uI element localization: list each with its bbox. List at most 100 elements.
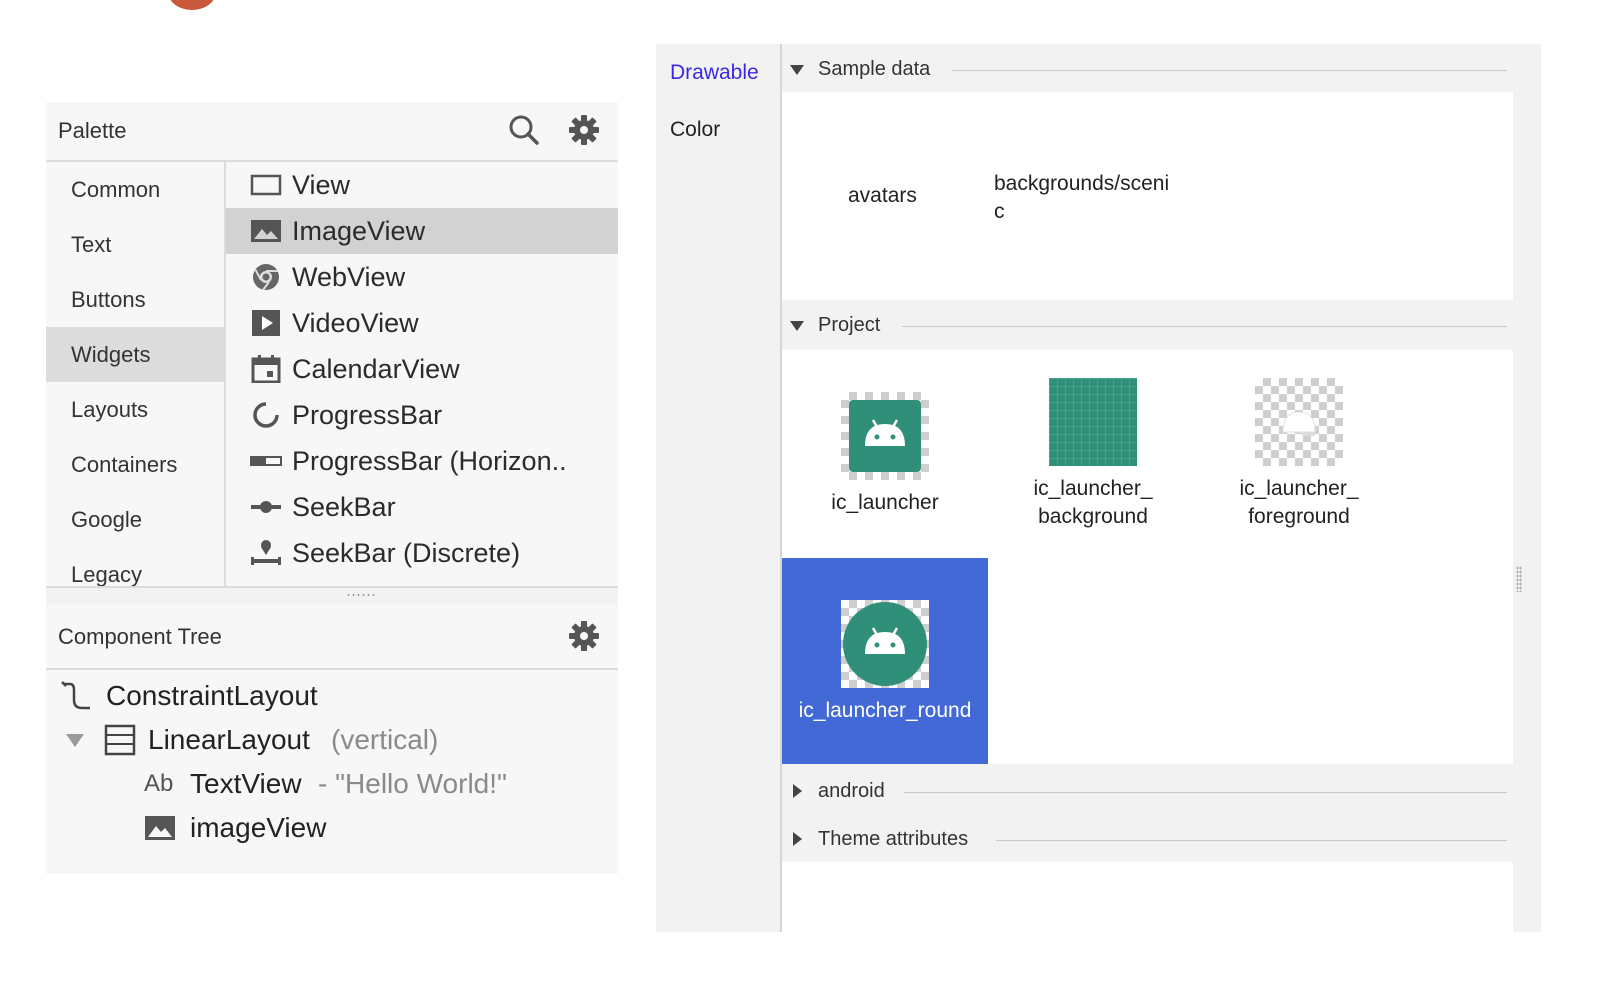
collapse-arrow-icon bbox=[790, 65, 804, 75]
tree-node-hint: - "Hello World!" bbox=[318, 768, 507, 799]
widget-calendarview[interactable]: CalendarView bbox=[226, 346, 618, 392]
drawable-label-line2: foreground bbox=[1248, 505, 1350, 528]
sample-item-avatars[interactable]: avatars bbox=[848, 184, 917, 208]
widget-label: VideoView bbox=[292, 308, 419, 338]
widget-label: SeekBar (Discrete) bbox=[292, 538, 521, 568]
drawable-label: ic_launcher bbox=[831, 491, 939, 514]
section-divider bbox=[996, 840, 1507, 841]
widget-label: ProgressBar (Horizon.. bbox=[292, 446, 567, 476]
resource-list-empty-area bbox=[782, 862, 1513, 932]
palette-title: Palette bbox=[58, 118, 127, 143]
image-icon bbox=[145, 816, 175, 840]
component-tree-panel: Component Tree ConstraintLayout LinearLa… bbox=[46, 604, 618, 874]
tree-node-label: imageView bbox=[190, 812, 327, 843]
widget-label: View bbox=[292, 170, 351, 200]
section-header-sample-data[interactable]: Sample data bbox=[782, 46, 1513, 94]
section-header-android[interactable]: android bbox=[782, 768, 1513, 816]
category-widgets[interactable]: Widgets bbox=[46, 327, 224, 382]
expand-arrow-icon bbox=[793, 784, 802, 798]
tab-drawable[interactable]: Drawable bbox=[670, 61, 759, 85]
linearlayout-icon bbox=[104, 724, 136, 756]
component-tree-header: Component Tree bbox=[46, 604, 618, 670]
project-drawable-grid: ic_launcher ic_launcher_ background ic_l… bbox=[782, 350, 1513, 764]
section-header-theme-attributes[interactable]: Theme attributes bbox=[782, 816, 1513, 864]
widget-label: CalendarView bbox=[292, 354, 460, 384]
widget-label: WebView bbox=[292, 262, 406, 292]
section-title: Project bbox=[818, 314, 881, 336]
widget-label: ProgressBar bbox=[292, 400, 443, 430]
expand-arrow-icon bbox=[793, 832, 802, 846]
category-layouts[interactable]: Layouts bbox=[46, 382, 224, 437]
search-icon[interactable] bbox=[506, 112, 542, 148]
scrollbar-grip-icon[interactable] bbox=[1516, 566, 1522, 592]
tree-node-hint: (vertical) bbox=[331, 724, 439, 755]
tab-color[interactable]: Color bbox=[670, 118, 720, 142]
calendar-icon bbox=[251, 355, 281, 383]
palette-categories: Common Text Buttons Widgets Layouts Cont… bbox=[46, 162, 226, 586]
palette-widget-list: View ImageView WebView VideoView Calenda… bbox=[226, 162, 618, 586]
category-legacy[interactable]: Legacy bbox=[46, 547, 224, 586]
component-tree-title: Component Tree bbox=[58, 624, 222, 649]
resource-picker-panel: Drawable Color Sample data avatars backg… bbox=[656, 44, 1541, 932]
widget-progressbar-horizontal[interactable]: ProgressBar (Horizon.. bbox=[226, 438, 618, 484]
sample-item-backgrounds[interactable]: backgrounds/sceni c bbox=[994, 170, 1169, 226]
widget-label: SeekBar bbox=[292, 492, 396, 522]
image-icon bbox=[251, 220, 281, 242]
section-divider bbox=[952, 70, 1507, 71]
panel-splitter[interactable] bbox=[46, 586, 618, 606]
widget-seekbar[interactable]: SeekBar bbox=[226, 484, 618, 530]
drawable-ic-launcher-background[interactable]: ic_launcher_ background bbox=[990, 350, 1196, 556]
sample-item-label-line2: c bbox=[994, 200, 1005, 223]
category-common[interactable]: Common bbox=[46, 162, 224, 217]
category-buttons[interactable]: Buttons bbox=[46, 272, 224, 327]
progress-circle-icon bbox=[253, 402, 279, 428]
tree-node-label: ConstraintLayout bbox=[106, 680, 318, 711]
widget-imageview[interactable]: ImageView bbox=[226, 208, 618, 254]
constraint-icon bbox=[61, 681, 90, 710]
drawable-ic-launcher-foreground[interactable]: ic_launcher_ foreground bbox=[1196, 350, 1402, 556]
section-title: Sample data bbox=[818, 58, 931, 80]
palette-panel: Palette Common Text Buttons Widgets Layo… bbox=[46, 102, 618, 606]
seekbar-discrete-icon bbox=[251, 540, 281, 565]
widget-label: ImageView bbox=[292, 216, 426, 246]
seekbar-icon bbox=[251, 501, 281, 513]
ic-launcher-round-thumbnail bbox=[841, 600, 929, 688]
tree-node-label: TextView bbox=[190, 768, 302, 799]
drawable-label-line2: background bbox=[1038, 505, 1148, 528]
drawable-ic-launcher-round[interactable]: ic_launcher_round bbox=[782, 558, 988, 764]
app-logo-fragment bbox=[168, 0, 216, 10]
progress-horizontal-icon bbox=[250, 456, 282, 466]
webview-icon bbox=[253, 264, 279, 291]
section-header-project[interactable]: Project bbox=[782, 302, 1513, 350]
widget-webview[interactable]: WebView bbox=[226, 254, 618, 300]
tree-node-label: LinearLayout bbox=[148, 724, 310, 755]
category-text[interactable]: Text bbox=[46, 217, 224, 272]
widget-progressbar[interactable]: ProgressBar bbox=[226, 392, 618, 438]
splitter-grip-icon bbox=[346, 593, 376, 597]
section-title: Theme attributes bbox=[818, 828, 969, 850]
ic-launcher-background-thumbnail bbox=[1049, 378, 1137, 466]
gear-icon[interactable] bbox=[566, 112, 602, 148]
drawable-label: ic_launcher_ background bbox=[990, 475, 1196, 531]
widget-view[interactable]: View bbox=[226, 162, 618, 208]
section-title: android bbox=[818, 780, 885, 802]
drawable-ic-launcher[interactable]: ic_launcher bbox=[782, 350, 988, 556]
drawable-label: ic_launcher_round bbox=[798, 699, 972, 722]
gear-icon[interactable] bbox=[566, 618, 602, 654]
android-icon bbox=[865, 627, 905, 654]
text-icon: Ab bbox=[144, 770, 174, 797]
ic-launcher-foreground-thumbnail bbox=[1255, 378, 1343, 466]
widget-videoview[interactable]: VideoView bbox=[226, 300, 618, 346]
sample-item-label-line1: backgrounds/sceni bbox=[994, 172, 1170, 195]
resource-type-tabs: Drawable Color bbox=[656, 44, 782, 932]
widget-seekbar-discrete[interactable]: SeekBar (Discrete) bbox=[226, 530, 618, 576]
section-divider bbox=[904, 792, 1507, 793]
category-google[interactable]: Google bbox=[46, 492, 224, 547]
video-icon bbox=[252, 310, 280, 336]
section-divider bbox=[902, 326, 1507, 327]
drawable-label-line1: ic_launcher_ bbox=[1239, 477, 1359, 500]
expand-arrow-icon[interactable] bbox=[64, 732, 86, 748]
category-containers[interactable]: Containers bbox=[46, 437, 224, 492]
resource-list: Sample data avatars backgrounds/sceni c … bbox=[782, 44, 1513, 932]
sample-data-grid: avatars backgrounds/sceni c bbox=[782, 92, 1513, 300]
